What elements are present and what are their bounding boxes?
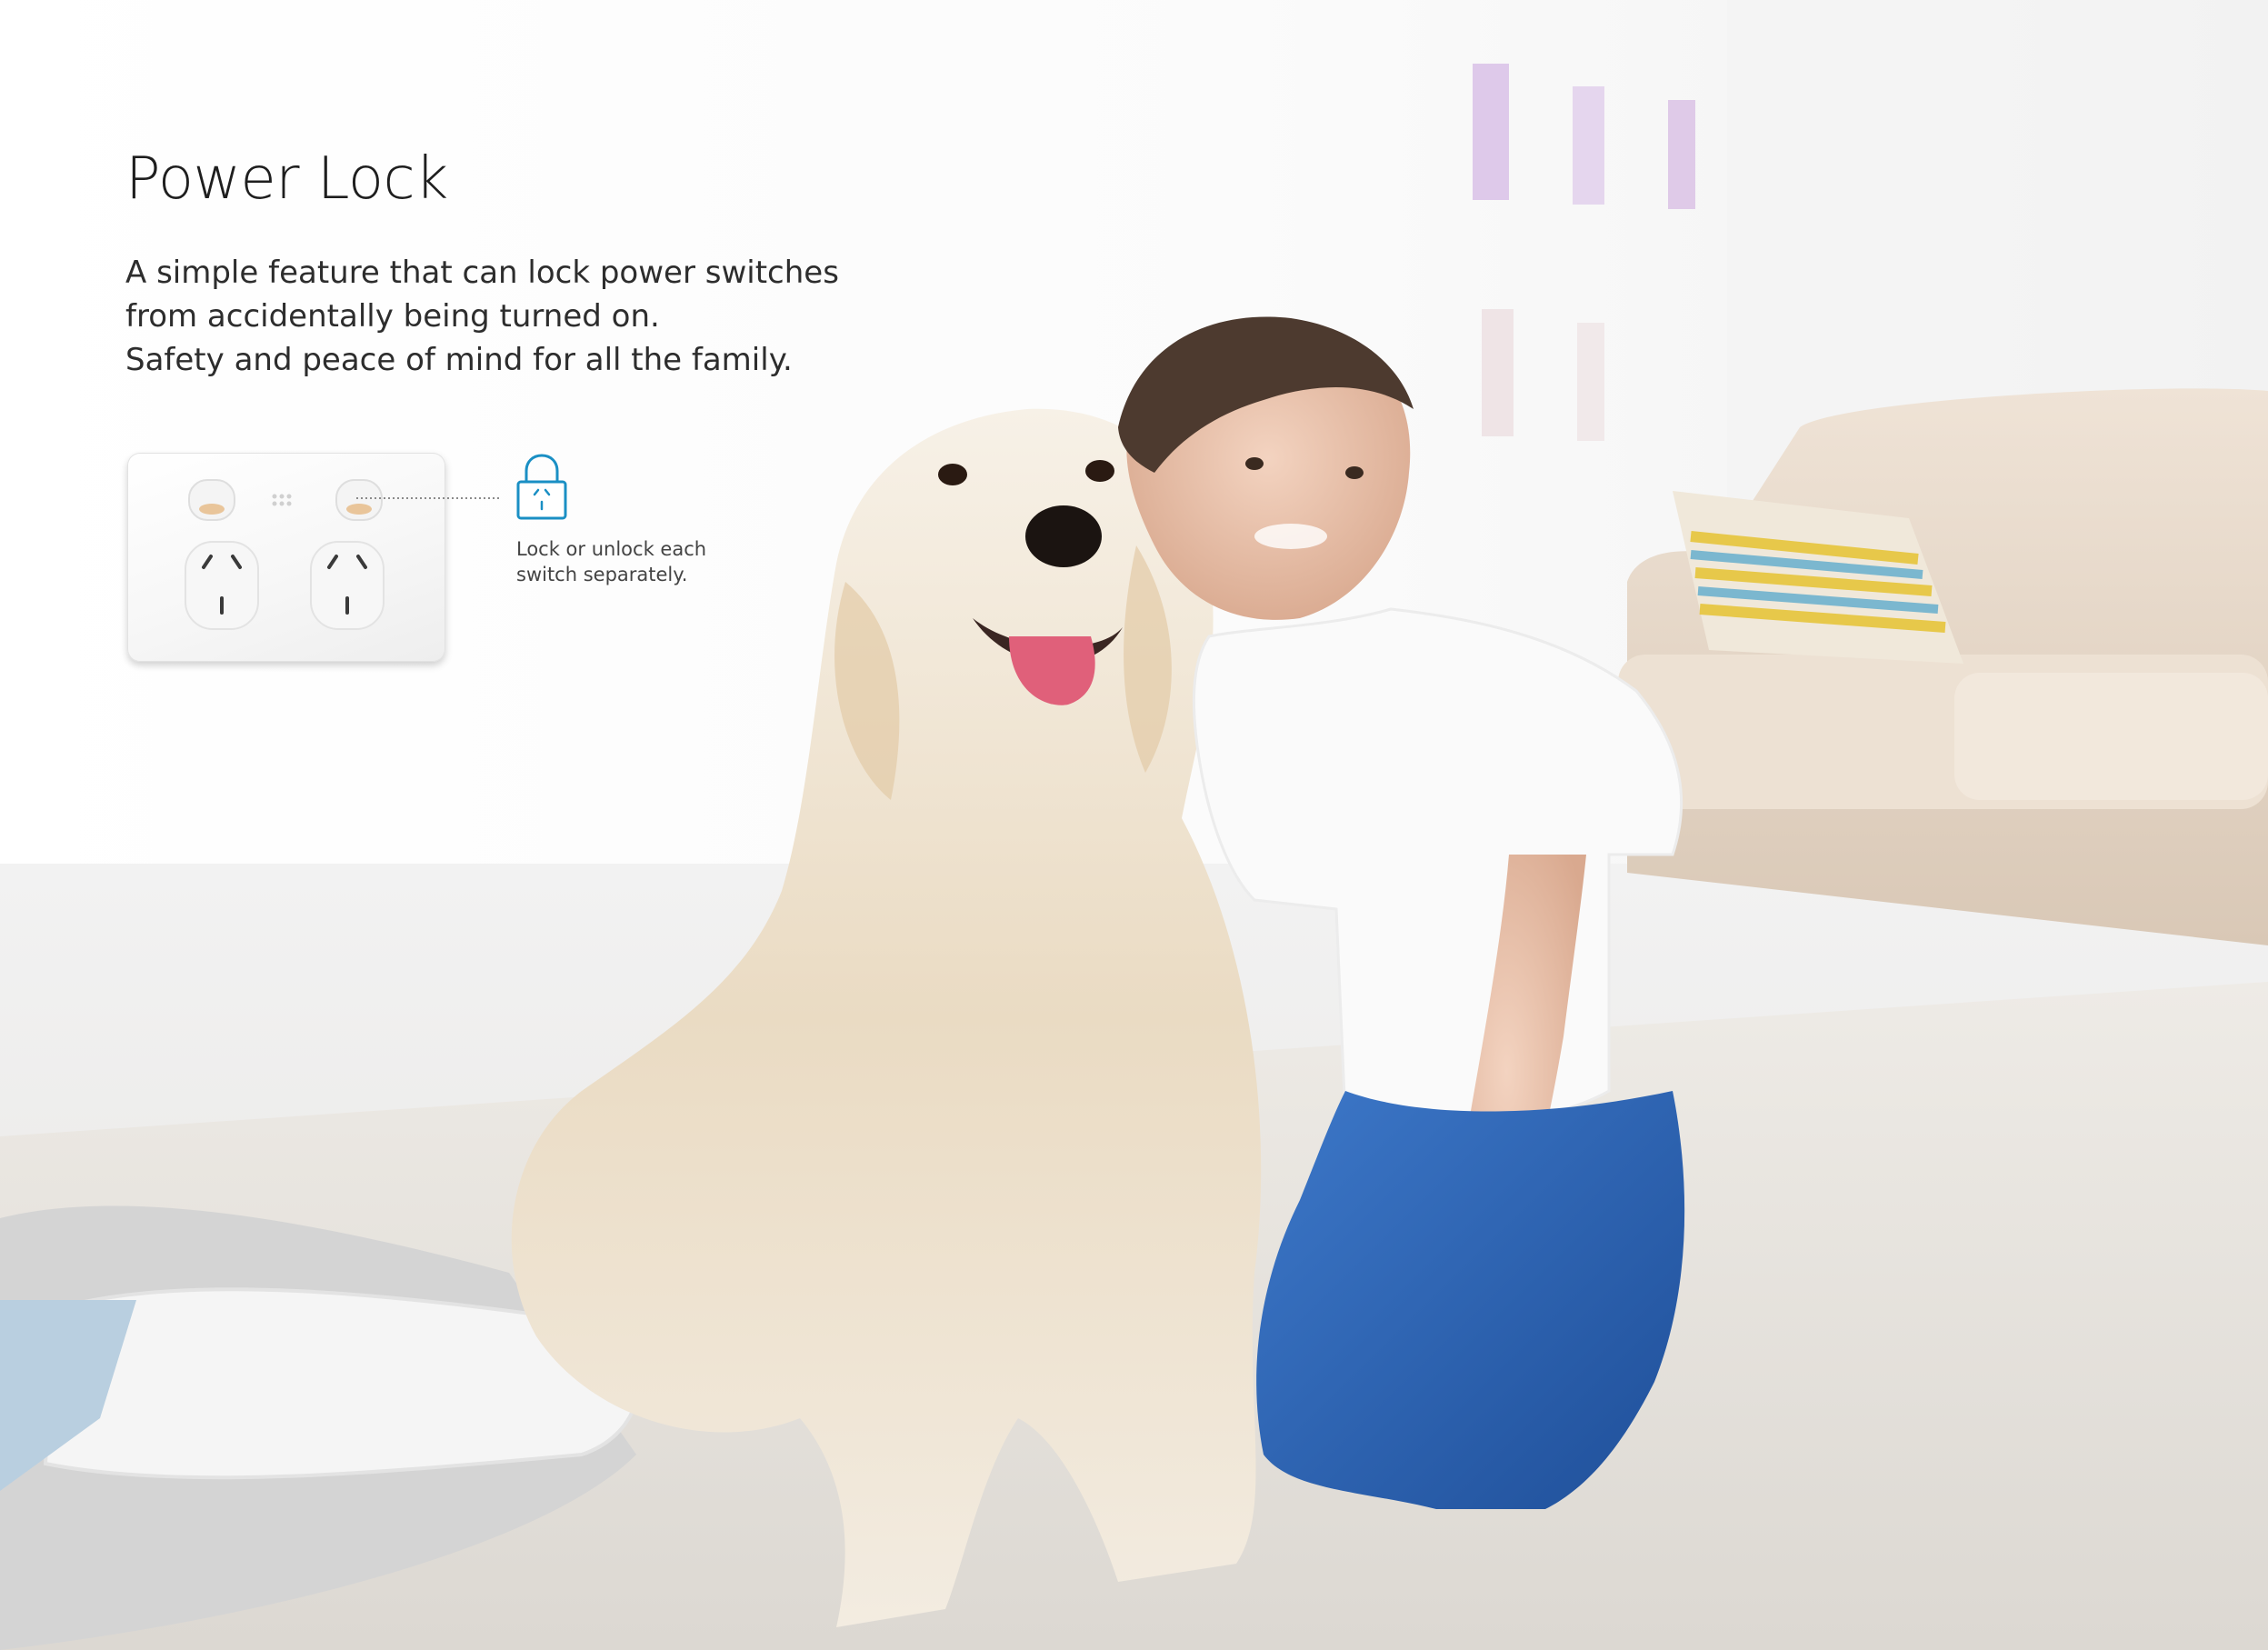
padlock-icon: [516, 454, 567, 520]
page-title: Power Lock: [125, 145, 448, 213]
lock-caption-line: switch separately.: [516, 564, 688, 585]
lock-caption: Lock or unlock each switch separately.: [516, 536, 706, 587]
callout-leader-line: [356, 497, 500, 499]
boy-and-dog-photo: [0, 0, 2268, 1650]
lock-caption-line: Lock or unlock each: [516, 538, 707, 560]
description-line: Safety and peace of mind for all the fam…: [125, 342, 793, 378]
feature-description: A simple feature that can lock power swi…: [125, 251, 839, 382]
description-line: from accidentally being turned on.: [125, 298, 660, 335]
power-outlet-image: [127, 453, 445, 662]
description-line: A simple feature that can lock power swi…: [125, 255, 839, 291]
